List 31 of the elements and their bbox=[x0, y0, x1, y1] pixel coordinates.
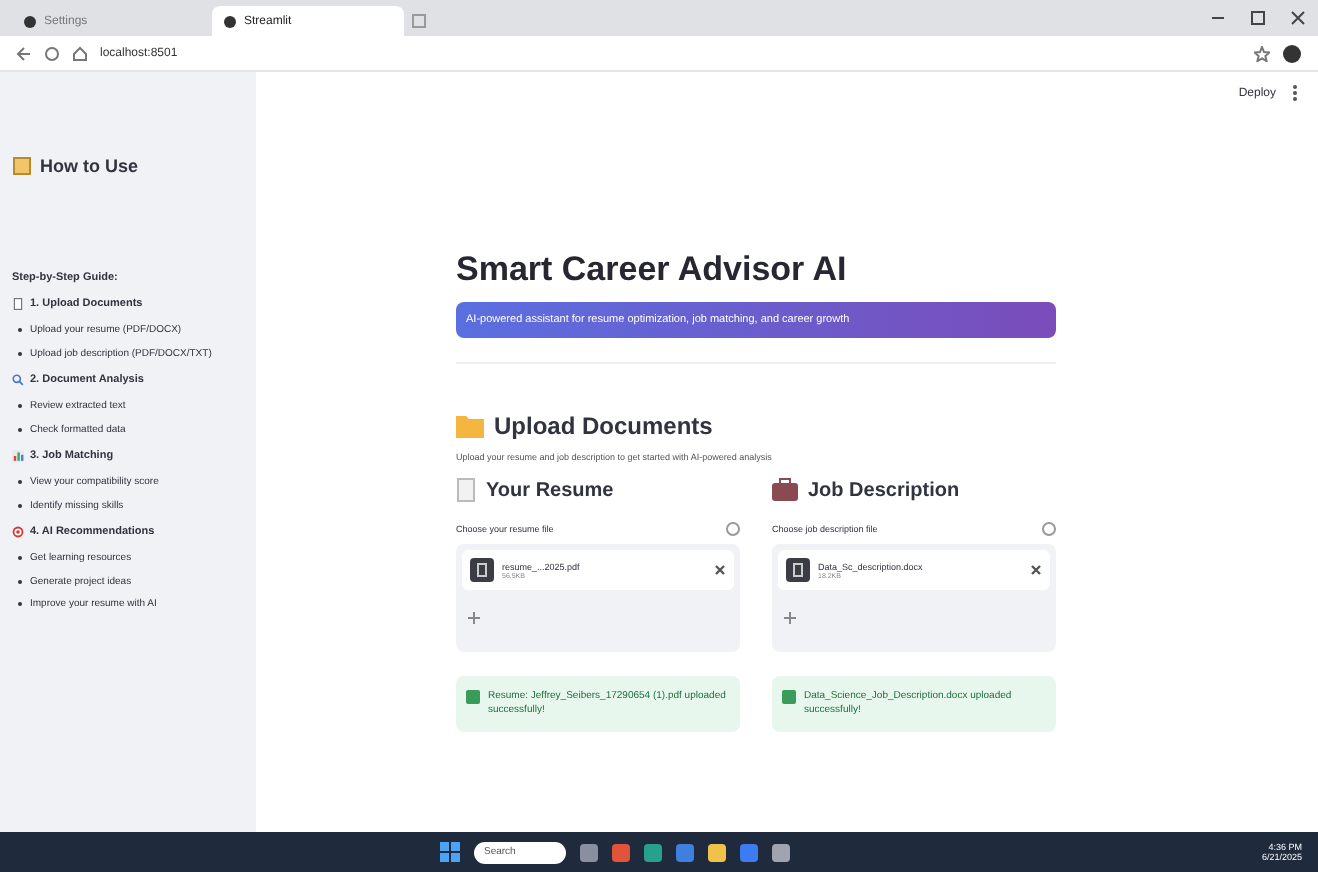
close-icon[interactable] bbox=[714, 564, 726, 576]
sidebar-title: How to Use bbox=[40, 156, 139, 176]
file-icon bbox=[470, 558, 494, 582]
add-icon[interactable] bbox=[468, 612, 480, 624]
magnifier-icon bbox=[12, 374, 24, 386]
help-icon[interactable] bbox=[1042, 522, 1056, 536]
add-icon[interactable] bbox=[784, 612, 796, 624]
column-heading: Job Description bbox=[808, 479, 960, 501]
star-icon[interactable] bbox=[1254, 45, 1270, 61]
document-icon bbox=[12, 298, 24, 310]
briefcase-icon bbox=[772, 478, 798, 502]
close-icon[interactable] bbox=[1030, 564, 1042, 576]
folder-icon bbox=[456, 414, 484, 438]
start-icon[interactable] bbox=[440, 842, 460, 862]
section-heading: Upload Documents bbox=[494, 412, 713, 440]
file-icon bbox=[786, 558, 810, 582]
check-icon bbox=[466, 690, 480, 704]
target-icon bbox=[12, 526, 24, 538]
profile-icon[interactable] bbox=[1282, 43, 1302, 63]
close-icon[interactable] bbox=[1290, 10, 1306, 26]
page-title: Smart Career Advisor AI bbox=[456, 250, 849, 290]
bar-chart-icon bbox=[12, 450, 24, 462]
column-heading: Your Resume bbox=[486, 479, 614, 501]
help-icon[interactable] bbox=[726, 522, 740, 536]
page-icon bbox=[456, 478, 476, 502]
check-icon bbox=[782, 690, 796, 704]
home-icon[interactable] bbox=[72, 45, 88, 61]
maximize-icon[interactable] bbox=[1250, 10, 1266, 26]
more-menu-icon[interactable] bbox=[1292, 84, 1298, 102]
back-arrow-icon[interactable] bbox=[16, 45, 32, 61]
reload-icon[interactable] bbox=[44, 45, 60, 61]
